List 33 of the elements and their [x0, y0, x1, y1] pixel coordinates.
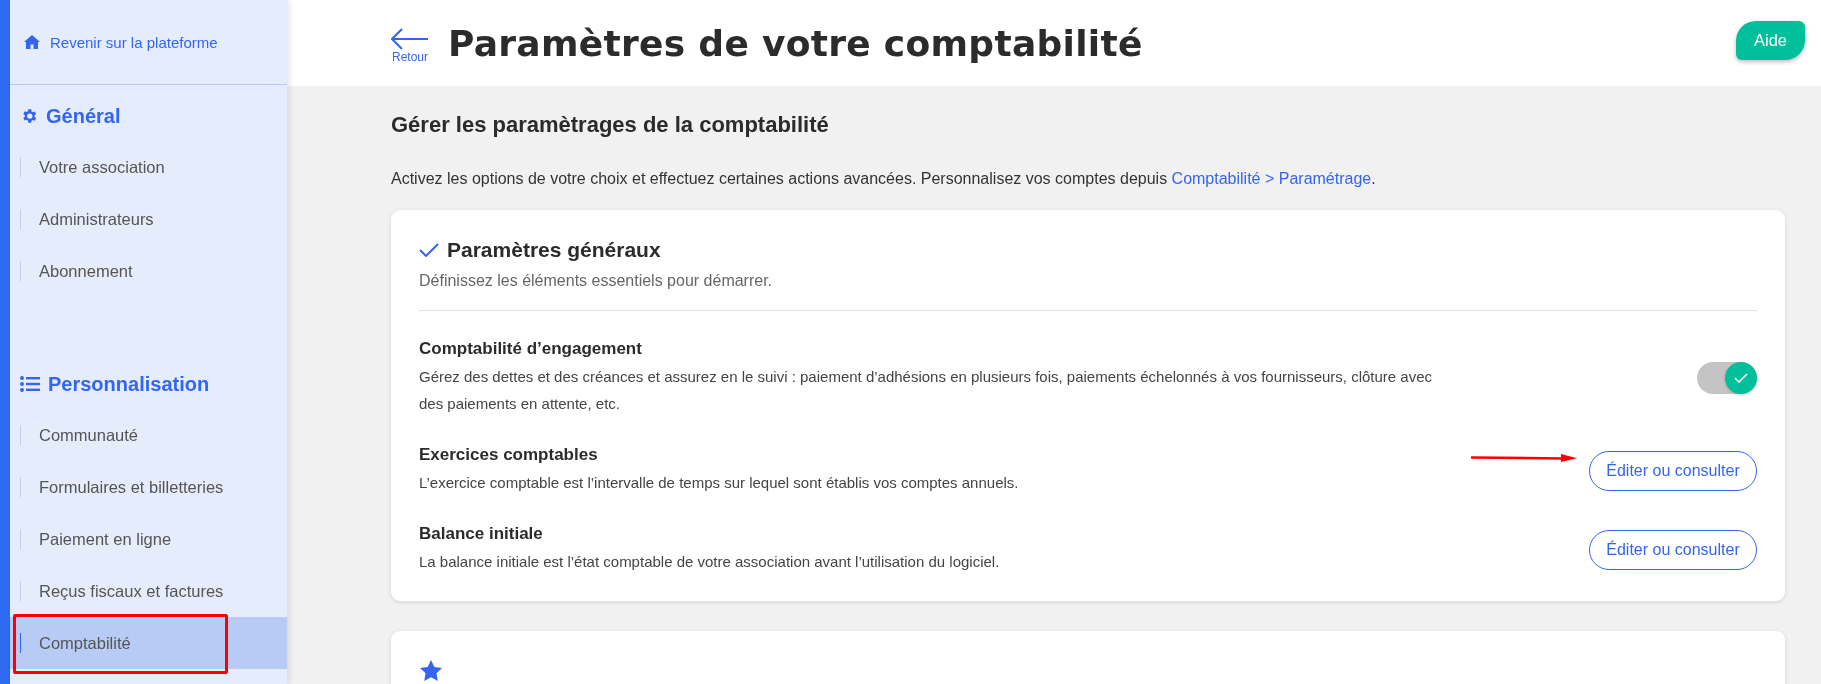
sidebar-section-title: Personnalisation: [48, 372, 210, 396]
check-icon: [1734, 373, 1748, 383]
sidebar-section-title: Général: [46, 104, 121, 128]
check-icon: [419, 243, 439, 257]
setting-description: L’exercice comptable est l’intervalle de temps sur lequel sont établis vos comptes annuels.: [419, 473, 1019, 493]
setting-description: Gérez des dettes et des créances et assurez en le suivi : paiement d’adhésions en plusieurs fois, paiements échelonnés à vos fournisseurs, clôture avec des paiements en attente, etc.: [419, 367, 1434, 414]
list-icon: [20, 376, 40, 392]
setting-title: Exercices comptables: [419, 445, 599, 465]
home-icon: [24, 35, 40, 49]
sidebar-item[interactable]: Votre association: [10, 141, 287, 193]
sidebar-item[interactable]: Abonnement: [10, 245, 287, 297]
sidebar-item[interactable]: Formulaires et billetteries: [10, 461, 287, 513]
sidebar-item[interactable]: Communauté: [10, 409, 287, 461]
back-arrow-icon: [391, 28, 429, 50]
page-title: Paramètres de votre comptabilité: [448, 22, 1144, 64]
toggle-switch[interactable]: [1697, 362, 1757, 394]
gear-icon: [20, 107, 38, 125]
back-button[interactable]: Retour: [391, 28, 429, 64]
setting-title: Comptabilité d’engagement: [419, 339, 643, 359]
star-icon: [419, 659, 443, 683]
card-title: Paramètres généraux: [447, 238, 661, 262]
sidebar-item[interactable]: Reçus fiscaux et factures: [10, 565, 287, 617]
sidebar-item[interactable]: Paiement en ligne: [10, 513, 287, 565]
card-subtitle: Définissez les éléments essentiels pour démarrer.: [419, 272, 1757, 311]
edit-button[interactable]: Éditer ou consulter: [1589, 529, 1757, 570]
edit-button[interactable]: Éditer ou consulter: [1589, 450, 1757, 491]
sidebar-item[interactable]: Administrateurs: [10, 193, 287, 245]
intro-text: Activez les options de votre choix et effectuez certaines actions avancées. Personnalisez vos comptes depuis Comptabilité > Paramétrage.: [391, 170, 1377, 188]
back-to-platform-link[interactable]: Revenir sur la plateforme: [24, 33, 218, 51]
settings-link[interactable]: Comptabilité > Paramétrage: [1171, 170, 1372, 187]
section-heading: Gérer les paramètrages de la comptabilité: [391, 112, 830, 138]
setting-description: La balance initiale est l’état comptable de votre association avant l’utilisation du logiciel.: [419, 552, 1000, 572]
setting-title: Balance initiale: [419, 524, 544, 544]
